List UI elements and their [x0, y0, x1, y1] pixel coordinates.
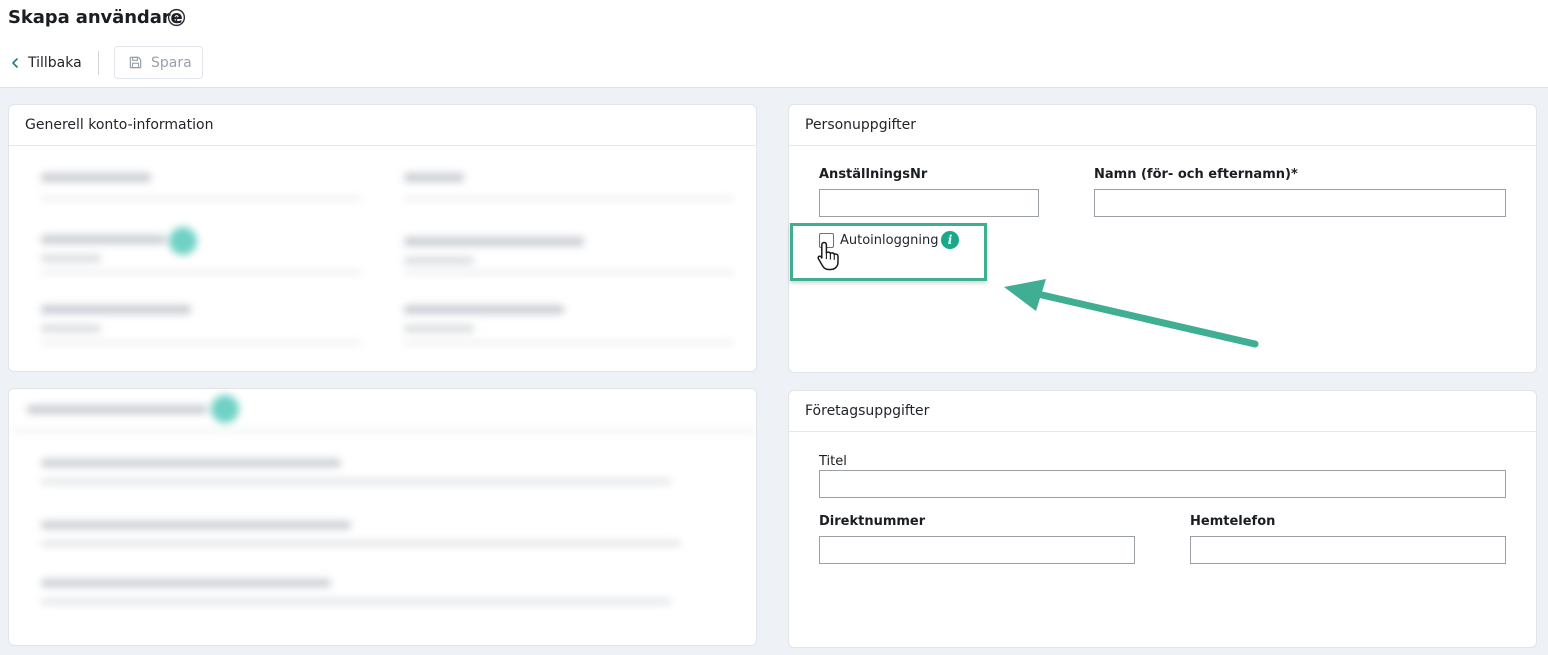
job-title-input[interactable] [819, 470, 1506, 498]
job-title-label: Titel [819, 454, 847, 469]
autologin-info-icon[interactable]: i [941, 231, 959, 249]
general-account-card: Generell konto-information [8, 104, 757, 372]
employee-number-input[interactable] [819, 189, 1039, 217]
person-details-card-title: Personuppgifter [789, 105, 1536, 146]
direct-number-input[interactable] [819, 536, 1135, 564]
full-name-label: Namn (för- och efternamn)* [1094, 167, 1298, 182]
chevron-left-icon [12, 58, 18, 68]
save-button[interactable]: Spara [114, 46, 203, 79]
company-details-card-title: Företagsuppgifter [789, 391, 1536, 432]
hand-pointer-icon [817, 241, 839, 271]
page-title: Skapa användare [8, 7, 183, 28]
home-phone-input[interactable] [1190, 536, 1506, 564]
back-button-label: Tillbaka [28, 55, 82, 71]
back-button[interactable]: Tillbaka [8, 50, 82, 76]
blurred-content [9, 105, 756, 371]
arrow-left-icon [1004, 279, 1259, 348]
full-name-input[interactable] [1094, 189, 1506, 217]
save-button-label: Spara [151, 54, 192, 71]
autologin-label: Autoinloggning [840, 233, 939, 248]
home-phone-label: Hemtelefon [1190, 514, 1276, 529]
direct-number-label: Direktnummer [819, 514, 926, 529]
top-bar: Skapa användare Tillbaka Spara [0, 0, 1548, 88]
info-circle-icon[interactable] [167, 8, 186, 27]
toolbar-divider [98, 51, 99, 75]
blurred-content-2 [9, 389, 756, 645]
blurred-left-card [8, 388, 757, 646]
employee-number-label: AnställningsNr [819, 167, 928, 182]
floppy-disk-icon [129, 56, 142, 69]
